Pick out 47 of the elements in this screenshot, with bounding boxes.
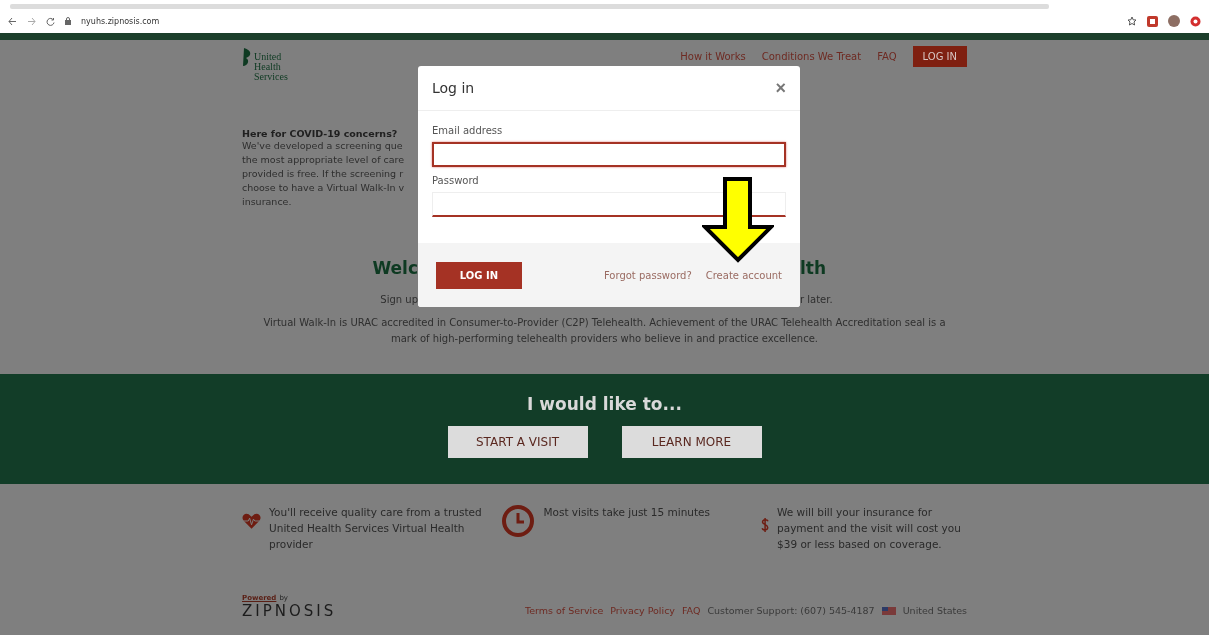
- logo-text: United Health Services: [254, 50, 288, 82]
- accreditation-text: Virtual Walk-In is URAC accredited in Consumer-to-Provider (C2P) Telehealth. Achievement of the URAC Telehealth Accreditation seal is a mark of high-performing telehealth providers who believe in and practice excellence.: [262, 316, 947, 346]
- field-label: Email address: [432, 125, 504, 136]
- nav-link[interactable]: How it Works: [680, 51, 746, 62]
- feature-text: Most visits take just 15 minutes: [543, 505, 711, 520]
- covid-text: We've developed a screening que: [242, 139, 402, 153]
- forward-icon: [27, 16, 36, 26]
- nav-link[interactable]: FAQ: [877, 51, 897, 62]
- input-field[interactable]: [432, 142, 786, 167]
- avatar-icon: [1168, 15, 1180, 27]
- country-text[interactable]: United States: [902, 605, 967, 616]
- footer-link[interactable]: Terms of Service: [524, 605, 604, 616]
- signup-text: r later.: [800, 294, 833, 305]
- clock-icon: [501, 504, 536, 538]
- back-icon: [8, 16, 17, 26]
- footer-link[interactable]: FAQ: [682, 605, 701, 616]
- feature-text: We will bill your insurance for payment and the visit will cost you $39 or less based on coverage.: [777, 505, 962, 552]
- login-button[interactable]: LOG IN: [912, 46, 967, 67]
- extension-icon: [1147, 15, 1158, 27]
- band-heading: I would like to...: [527, 394, 682, 414]
- action-button[interactable]: START A VISIT: [447, 426, 588, 458]
- flag-icon: [881, 606, 896, 615]
- address-bar-url[interactable]: nyuhs.zipnosis.com: [81, 16, 160, 26]
- signup-text: Sign up: [380, 294, 418, 305]
- dialog-title: Log in: [432, 80, 475, 96]
- footer-link[interactable]: Privacy Policy: [610, 605, 675, 616]
- record-icon: [1190, 15, 1201, 27]
- brand-logo-text: ZIPNOSIS: [242, 602, 337, 620]
- covid-text: the most appropriate level of care: [242, 153, 402, 167]
- nav-link[interactable]: Conditions We Treat: [761, 51, 862, 62]
- reload-icon: [46, 16, 55, 26]
- covid-text: choose to have a Virtual Walk-In v: [242, 181, 402, 195]
- welcome-heading: lth: [800, 258, 827, 278]
- covid-text: insurance.: [242, 195, 293, 209]
- covid-text: provided is free. If the screening r: [242, 167, 402, 181]
- lock-icon: [65, 17, 71, 25]
- dialog-link[interactable]: Forgot password?: [603, 269, 692, 281]
- covid-heading: Here for COVID-19 concerns?: [242, 128, 399, 139]
- close-button[interactable]: ×: [775, 77, 786, 99]
- feature-text: You'll receive quality care from a trusted United Health Services Virtual Health provider: [269, 505, 483, 552]
- dialog-link[interactable]: Create account: [705, 269, 782, 281]
- field-label: Password: [432, 175, 480, 186]
- action-button[interactable]: LEARN MORE: [621, 426, 762, 458]
- star-icon: [1127, 16, 1137, 26]
- submit-button[interactable]: LOG IN: [436, 261, 522, 289]
- support-phone: Customer Support: (607) 545-4187: [707, 605, 875, 616]
- welcome-heading: Welc: [372, 258, 418, 278]
